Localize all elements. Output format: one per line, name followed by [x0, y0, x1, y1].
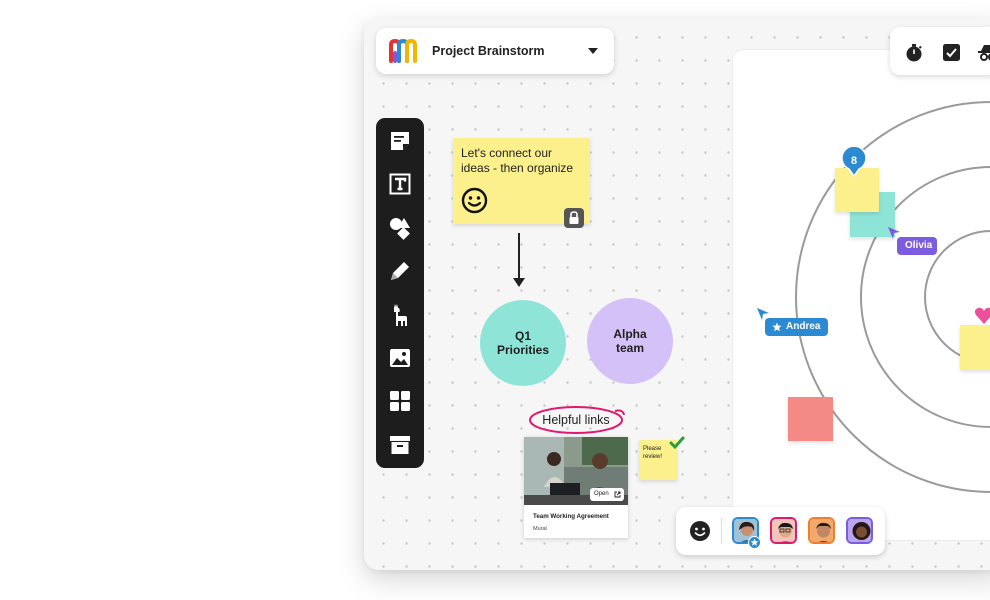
card-source: Mural	[533, 526, 547, 532]
chevron-down-icon[interactable]	[588, 48, 598, 54]
top-toolbar	[890, 27, 990, 75]
shapes-icon[interactable]	[388, 216, 412, 240]
incognito-icon[interactable]	[978, 43, 990, 63]
check-icon	[669, 436, 685, 450]
review-line-1: Please	[643, 446, 662, 452]
llama-icon[interactable]	[388, 303, 412, 327]
card-title: Team Working Agreement	[533, 513, 609, 520]
avatar-collaborator-2[interactable]	[770, 517, 797, 544]
red-sticky-note[interactable]	[788, 397, 833, 441]
review-line-2: review!	[643, 454, 663, 460]
andrea-name: Andrea	[786, 321, 821, 332]
vote-count: 8	[850, 154, 858, 167]
avatar-collaborator-4[interactable]	[846, 517, 873, 544]
sticky-line-2: ideas - then organize	[461, 161, 574, 175]
connector-arrowhead	[513, 278, 525, 287]
link-card[interactable]: Open Team Working Agreement Mural	[524, 437, 628, 538]
circle-label-line-1: Q1	[514, 329, 531, 343]
sticky-note-icon[interactable]	[388, 129, 412, 153]
open-link-button[interactable]: Open	[590, 488, 624, 501]
collaborators-bar	[676, 507, 885, 555]
heart-icon	[974, 307, 990, 324]
timer-icon[interactable]	[904, 43, 924, 63]
circle-alpha-team[interactable]: Alpha team	[587, 298, 673, 384]
project-bar[interactable]: Project Brainstorm	[376, 28, 614, 74]
reaction-smiley-icon[interactable]	[689, 520, 711, 542]
helpful-links-label[interactable]: Helpful links	[529, 405, 623, 435]
image-icon[interactable]	[388, 346, 412, 370]
smiley-icon	[461, 187, 488, 214]
checkbox-icon[interactable]	[942, 43, 961, 62]
circle-label-line-1: Alpha	[613, 327, 647, 341]
circle-label-line-2: team	[615, 341, 644, 355]
open-label: Open	[594, 491, 609, 497]
avatar-collaborator-3[interactable]	[808, 517, 835, 544]
star-badge-icon	[748, 536, 761, 549]
connector-line[interactable]	[518, 233, 520, 280]
olivia-cursor-label: Olivia	[897, 237, 937, 255]
yellow-sticky-note-right[interactable]	[960, 325, 990, 370]
archive-icon[interactable]	[388, 433, 412, 457]
pen-icon[interactable]	[388, 259, 412, 283]
circle-label-line-2: Priorities	[496, 343, 550, 357]
sticky-line-1: Let's connect our	[461, 146, 553, 160]
mural-logo-icon	[389, 39, 417, 63]
templates-icon[interactable]	[388, 389, 412, 413]
circle-q1-priorities[interactable]: Q1 Priorities	[480, 300, 566, 386]
external-link-icon	[614, 491, 621, 498]
project-title: Project Brainstorm	[432, 44, 545, 58]
divider	[721, 518, 722, 544]
left-toolbar	[376, 118, 424, 468]
text-icon[interactable]	[388, 172, 412, 196]
lock-icon[interactable]	[564, 208, 584, 228]
andrea-cursor-label: Andrea	[765, 318, 828, 336]
star-icon	[772, 322, 782, 332]
